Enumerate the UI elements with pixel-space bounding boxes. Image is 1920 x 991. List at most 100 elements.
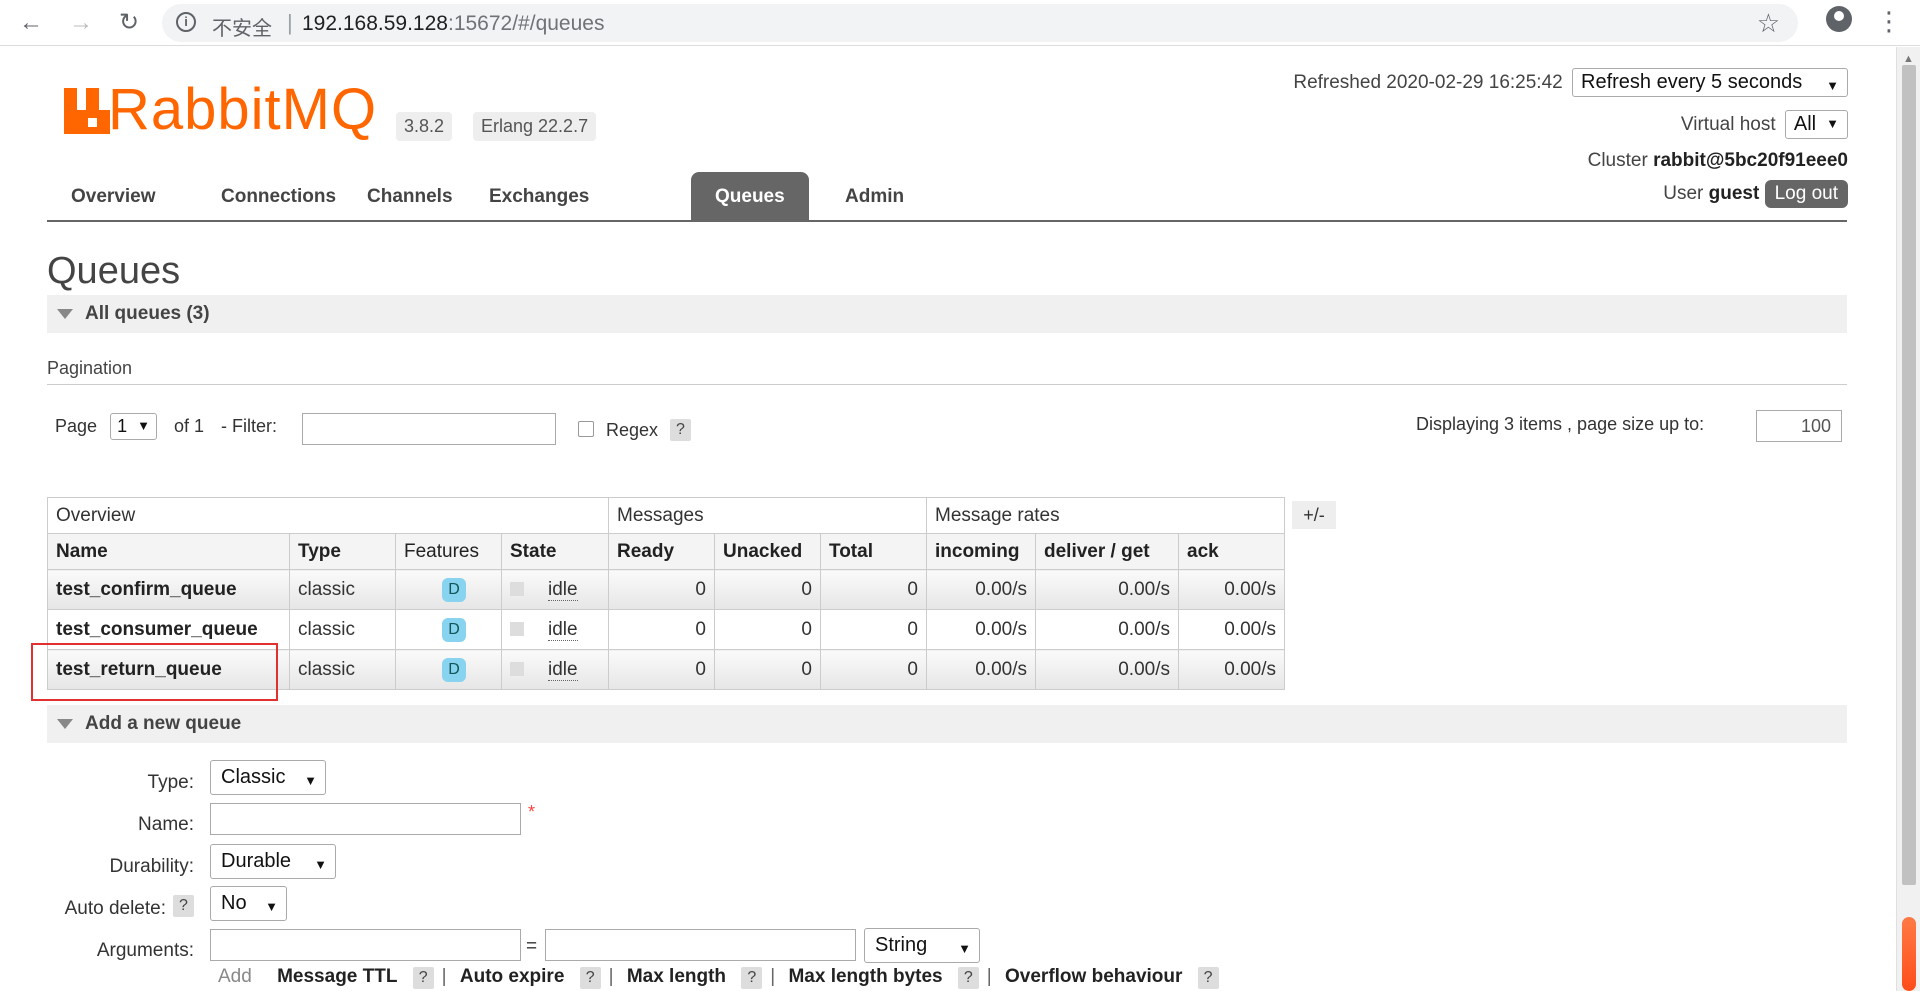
chevron-down-icon: ▼ (958, 941, 971, 956)
ready-count: 0 (608, 649, 715, 690)
durability-value: Durable (221, 850, 292, 872)
tab-connections[interactable]: Connections (197, 172, 360, 220)
ack-rate: 0.00/s (1178, 609, 1285, 650)
queue-state: idle (501, 649, 609, 690)
forward-arrow-icon[interactable]: → (64, 6, 98, 40)
column-ready[interactable]: Ready (608, 533, 715, 570)
add-queue-section-toggle[interactable]: Add a new queue (47, 705, 1847, 743)
regex-checkbox[interactable] (578, 421, 594, 437)
tab-admin[interactable]: Admin (821, 172, 928, 220)
queue-type: classic (289, 649, 396, 690)
back-arrow-icon[interactable]: ← (14, 6, 48, 40)
column-ack[interactable]: ack (1178, 533, 1285, 570)
help-button[interactable]: ? (957, 967, 979, 989)
argument-type-select[interactable]: String ▼ (864, 928, 980, 963)
page-select[interactable]: 1 ▼ (110, 413, 157, 440)
queue-type-select[interactable]: Classic ▼ (210, 760, 326, 795)
column-toggle-button[interactable]: +/- (1292, 501, 1336, 529)
queue-features: D (395, 569, 502, 610)
filter-input[interactable] (302, 413, 556, 445)
chevron-down-icon: ▼ (1826, 78, 1839, 93)
reload-icon[interactable]: ↻ (112, 6, 146, 40)
queue-name-input[interactable] (210, 803, 521, 835)
incoming-rate: 0.00/s (926, 649, 1036, 690)
ready-count: 0 (608, 609, 715, 650)
page-count: of 1 (173, 416, 204, 436)
arg-link-max-length[interactable]: Max length (627, 966, 726, 987)
name-label: Name: (138, 814, 194, 835)
help-button[interactable]: ? (412, 967, 434, 989)
column-total[interactable]: Total (820, 533, 927, 570)
arg-link-auto-expire[interactable]: Auto expire (460, 966, 565, 987)
column-type[interactable]: Type (289, 533, 396, 570)
all-queues-section-toggle[interactable]: All queues (3) (47, 295, 1847, 333)
table-row[interactable]: test_confirm_queue classic D idle 0 0 0 … (47, 569, 1285, 610)
tab-queues[interactable]: Queues (691, 172, 809, 220)
required-marker: * (528, 802, 536, 822)
profile-avatar-icon[interactable] (1826, 6, 1852, 32)
column-state[interactable]: State (501, 533, 609, 570)
tab-channels[interactable]: Channels (343, 172, 477, 220)
refreshed-timestamp: Refreshed 2020-02-29 16:25:42 (1293, 72, 1563, 93)
browser-menu-icon[interactable]: ⋮ (1876, 6, 1902, 36)
deliver-rate: 0.00/s (1035, 649, 1179, 690)
total-count: 0 (820, 569, 927, 610)
help-button[interactable]: ? (1197, 967, 1219, 989)
column-features: Features (395, 533, 502, 570)
page-title: Queues (47, 250, 181, 292)
page-label: Page (55, 416, 98, 436)
url-path: :15672/#/queues (447, 12, 605, 35)
bookmark-star-icon[interactable]: ☆ (1757, 8, 1780, 39)
column-unacked[interactable]: Unacked (714, 533, 821, 570)
page-value: 1 (117, 416, 128, 436)
address-bar[interactable]: i 不安全 | 192.168.59.128:15672/#/queues ☆ (162, 4, 1798, 42)
state-text: idle (548, 658, 578, 681)
total-count: 0 (820, 649, 927, 690)
queue-state: idle (501, 609, 609, 650)
help-button[interactable]: ? (741, 967, 763, 989)
help-button[interactable]: ? (579, 967, 601, 989)
arg-link-max-length-bytes[interactable]: Max length bytes (788, 966, 942, 987)
auto-delete-label: Auto delete: (64, 898, 166, 919)
total-count: 0 (820, 609, 927, 650)
scroll-up-arrow-icon[interactable]: ▲ (1903, 53, 1914, 65)
unacked-count: 0 (714, 609, 821, 650)
tab-overview[interactable]: Overview (47, 172, 180, 220)
auto-delete-select[interactable]: No ▼ (210, 886, 287, 921)
main-tabs: Overview Connections Channels Exchanges … (47, 172, 1847, 222)
scroll-grip[interactable] (1902, 917, 1916, 991)
deliver-rate: 0.00/s (1035, 569, 1179, 610)
page-scrollbar[interactable]: ▲ (1896, 47, 1920, 991)
annotation-highlight-box (31, 643, 278, 701)
vhost-area: Virtual host All ▼ (1681, 110, 1848, 139)
info-icon[interactable]: i (176, 12, 196, 32)
cluster-name: rabbit@5bc20f91eee0 (1653, 150, 1848, 171)
regex-help-button[interactable]: ? (670, 419, 691, 441)
auto-delete-help-button[interactable]: ? (173, 895, 194, 917)
arg-link-overflow-behaviour[interactable]: Overflow behaviour (1005, 966, 1182, 987)
queue-type: classic (289, 569, 396, 610)
tab-exchanges[interactable]: Exchanges (465, 172, 613, 220)
incoming-rate: 0.00/s (926, 569, 1036, 610)
column-deliver-get[interactable]: deliver / get (1035, 533, 1179, 570)
refresh-interval-value: Refresh every 5 seconds (1581, 71, 1803, 93)
argument-key-input[interactable] (210, 929, 521, 961)
auto-delete-value: No (221, 892, 247, 914)
url-text[interactable]: 192.168.59.128:15672/#/queues (302, 12, 604, 36)
queue-name-link[interactable]: test_confirm_queue (47, 569, 290, 610)
unacked-count: 0 (714, 649, 821, 690)
vhost-select[interactable]: All ▼ (1784, 110, 1848, 139)
durability-select[interactable]: Durable ▼ (210, 844, 336, 879)
queue-type: classic (289, 609, 396, 650)
page-size-input[interactable]: 100 (1756, 410, 1842, 442)
column-incoming[interactable]: incoming (926, 533, 1036, 570)
vhost-value: All (1793, 113, 1817, 135)
refresh-interval-select[interactable]: Refresh every 5 seconds ▼ (1572, 68, 1848, 97)
argument-value-input[interactable] (545, 929, 856, 961)
ready-count: 0 (608, 569, 715, 610)
chevron-down-icon: ▼ (1826, 116, 1839, 131)
arg-link-message-ttl[interactable]: Message TTL (277, 966, 397, 987)
column-name[interactable]: Name (47, 533, 290, 570)
scrollbar-thumb[interactable] (1902, 65, 1916, 885)
security-label: 不安全 (212, 18, 272, 40)
